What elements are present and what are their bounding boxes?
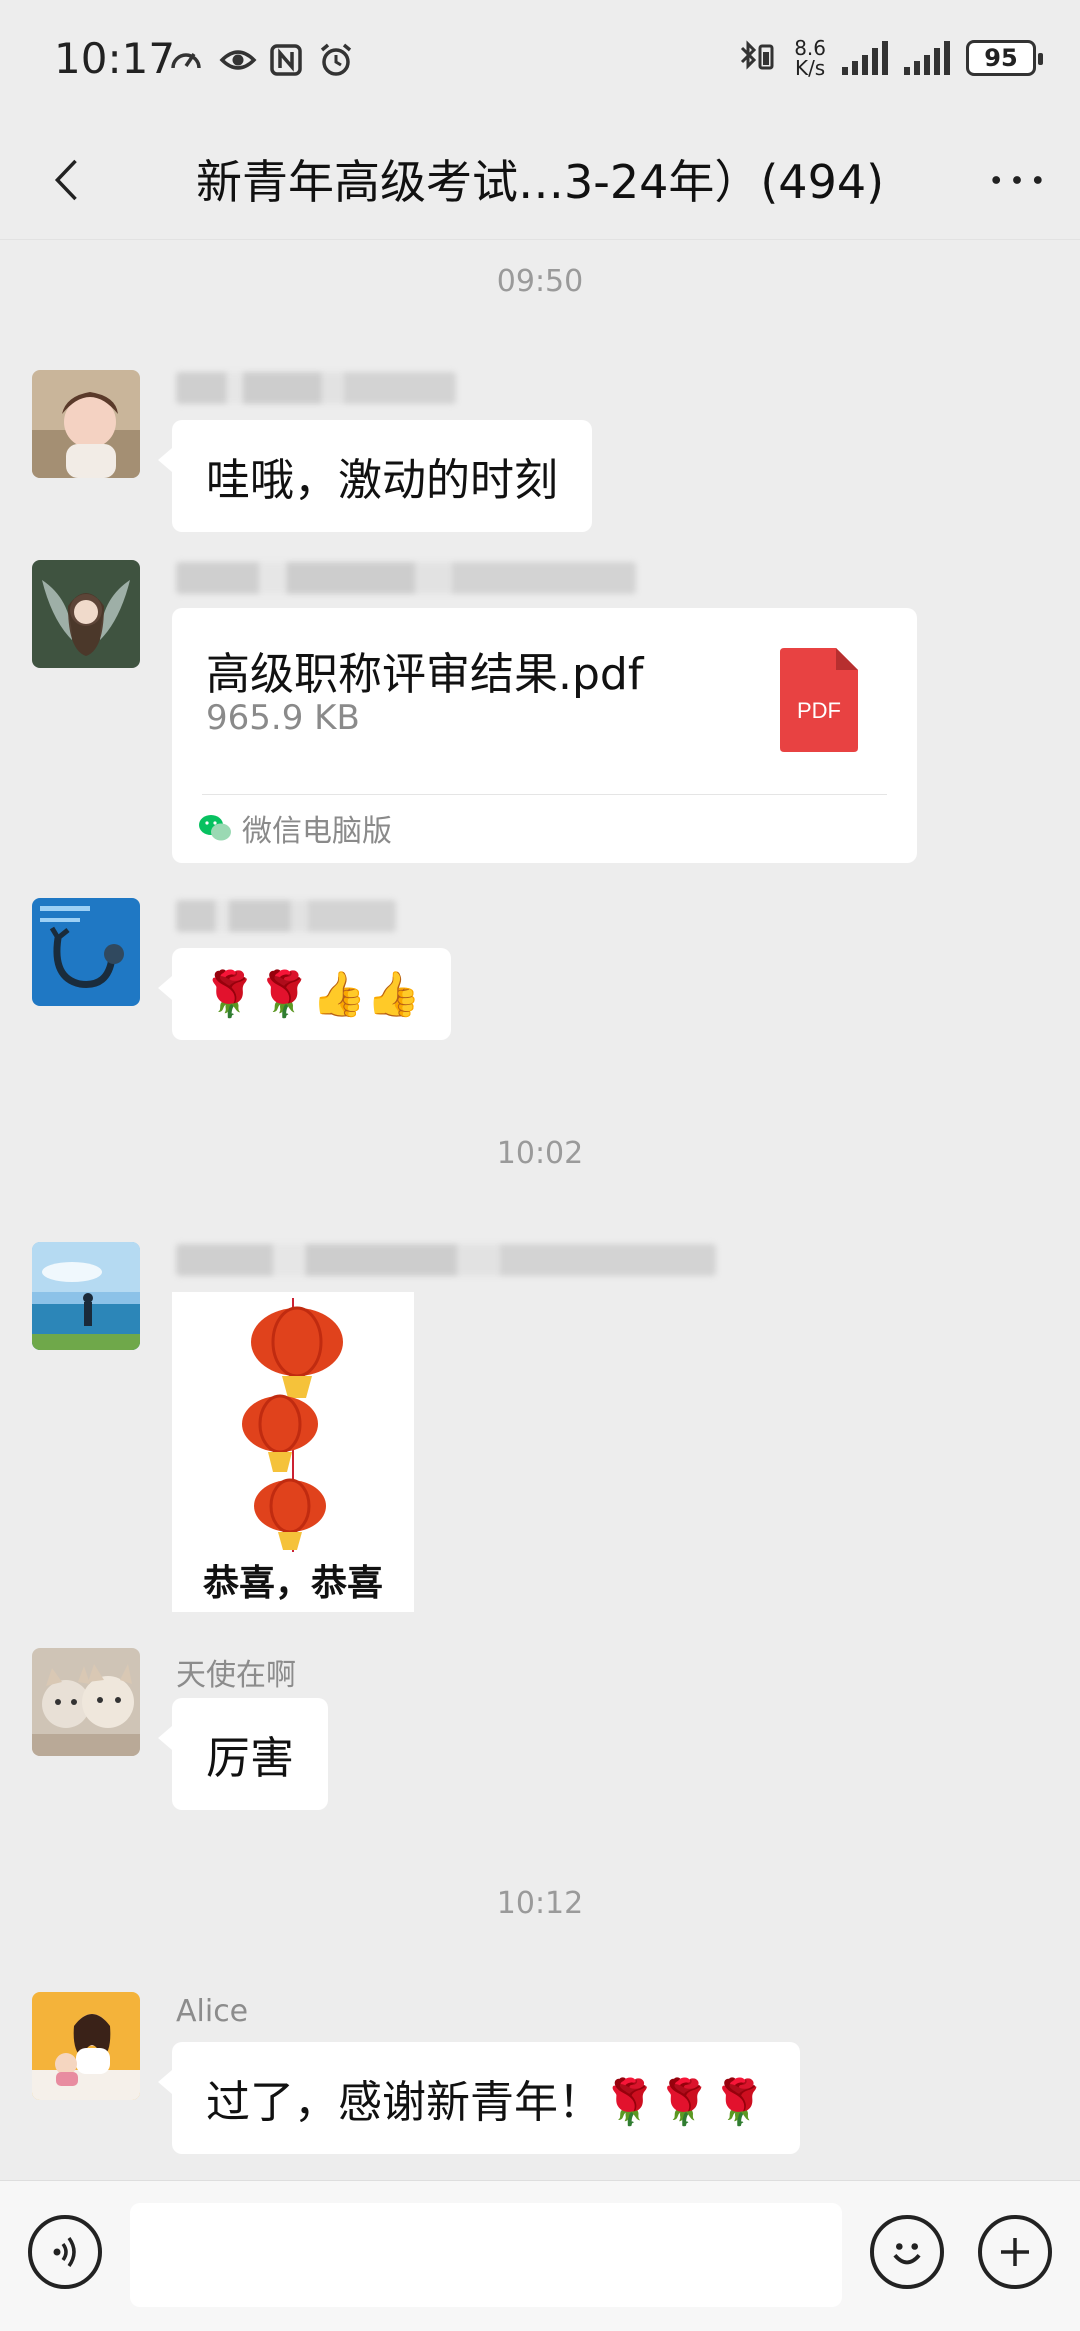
sender-name	[176, 562, 636, 594]
sender-name: Alice	[176, 1994, 249, 2029]
bluetooth-icon	[734, 38, 778, 78]
voice-icon	[53, 2236, 76, 2268]
sticker-caption: 恭喜，恭喜	[202, 1563, 383, 1604]
sender-name: 天使在啊	[176, 1658, 296, 1693]
voice-button[interactable]	[28, 2215, 102, 2289]
pdf-file-icon: PDF	[780, 648, 858, 752]
status-icons-left	[168, 42, 354, 78]
avatar[interactable]	[32, 1242, 140, 1350]
nfc-icon	[268, 42, 304, 78]
timestamp: 10:02	[496, 1136, 584, 1171]
file-message[interactable]: 高级职称评审结果.pdf 965.9 KB PDF 微信电脑版	[172, 608, 917, 863]
emoji-button[interactable]	[870, 2215, 944, 2289]
status-time: 10:17	[54, 34, 176, 83]
message-bubble[interactable]: 哇哦，激动的时刻	[158, 420, 592, 532]
net-speed: 8.6 K/s	[794, 36, 826, 80]
chat-title: 新青年高级考试…3-24年）(494)	[195, 155, 885, 209]
file-source-label: 微信电脑版	[242, 814, 392, 849]
avatar[interactable]	[32, 1992, 140, 2100]
chat-area[interactable]: 09:50 哇哦，激动的时刻 高级职称评审结果.pdf 965.9 KB PDF…	[0, 240, 1080, 2180]
message-bubble[interactable]: 🌹🌹👍👍	[157, 948, 452, 1040]
alarm-icon	[318, 42, 354, 78]
speedometer-icon	[168, 42, 204, 78]
avatar[interactable]	[32, 898, 140, 1006]
more-functions-button[interactable]	[978, 2215, 1052, 2289]
divider	[202, 794, 887, 795]
status-icons-right: 8.6 K/s 95	[734, 36, 1043, 80]
avatar[interactable]	[32, 370, 140, 478]
input-bar	[0, 2180, 1080, 2331]
plus-icon	[1001, 2238, 1029, 2266]
chat-header: 新青年高级考试…3-24年）(494)	[0, 120, 1080, 240]
more-dots-icon	[992, 176, 1042, 184]
sender-name	[176, 372, 456, 404]
message-bubble[interactable]: 厉害	[158, 1698, 328, 1810]
wechat-icon	[199, 815, 231, 841]
sender-name	[176, 900, 396, 932]
timestamp: 09:50	[496, 264, 584, 299]
message-bubble[interactable]: 过了，感谢新青年！🌹🌹🌹	[157, 2042, 801, 2154]
signal-2-icon	[904, 41, 950, 75]
file-size: 965.9 KB	[206, 698, 360, 738]
file-name: 高级职称评审结果.pdf	[206, 649, 644, 700]
timestamp: 10:12	[496, 1886, 584, 1921]
status-bar: 10:17 8.6 K/s 95	[0, 0, 1080, 120]
sticker-image[interactable]: 恭喜，恭喜	[172, 1292, 414, 1612]
message-input[interactable]	[130, 2203, 842, 2307]
signal-1-icon	[842, 41, 888, 75]
eye-icon	[218, 42, 257, 78]
sender-name	[176, 1244, 716, 1276]
avatar[interactable]	[32, 1648, 140, 1756]
file-source: 微信电脑版	[198, 806, 392, 850]
svg-text:PDF: PDF	[797, 698, 841, 723]
more-button[interactable]	[982, 150, 1052, 210]
smiley-icon	[893, 2243, 921, 2265]
avatar[interactable]	[32, 560, 140, 668]
battery-icon: 95	[966, 40, 1043, 76]
battery-level: 95	[984, 44, 1018, 72]
